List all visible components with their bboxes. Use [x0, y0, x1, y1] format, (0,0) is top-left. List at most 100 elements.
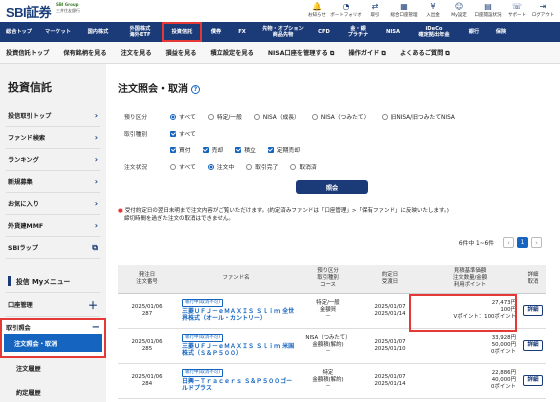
sidebar-item-order-inquiry[interactable]: 取引照会 − — [2, 320, 104, 334]
type-check-savings[interactable]: 積立 — [235, 145, 256, 154]
subnav-pnl[interactable]: 損益を見る — [166, 48, 197, 57]
chevron-right-icon: › — [94, 199, 98, 208]
order-date-cell: 2025/01/06 284 — [118, 363, 176, 399]
checkbox-label: 積立 — [244, 148, 256, 154]
sub-nav: 投資信託トップ 保有銘柄を見る 注文を見る 損益を見る 積立設定を見る NISA… — [0, 42, 560, 64]
sidebar-item-ranking[interactable]: ランキング › — [6, 149, 100, 171]
sidebar-item-execution-history[interactable]: 約定履歴 — [16, 388, 41, 397]
nav-bank[interactable]: 銀行 — [462, 22, 486, 42]
sidebar-item-new[interactable]: 新規募集 › — [6, 171, 100, 193]
account-mgmt-icon: ▤ — [484, 2, 492, 11]
sbi-logo[interactable]: SBI証券 — [6, 2, 52, 21]
type-check-all[interactable]: すべて — [170, 129, 196, 138]
table-header-row: 発注日 注文番号 ファンド名 預り区分 取引種別 コース 約定日 受渡日 見積基… — [118, 265, 546, 294]
subnav-fund-top[interactable]: 投資信託トップ — [6, 48, 49, 57]
status-radio-complete[interactable]: 取引完了 — [246, 162, 278, 171]
fund-name-link[interactable]: 三菱ＵＦＪ－ｅＭＡＸＩＳ Ｓｌｉｍ 米国株式（Ｓ＆Ｐ５００） — [182, 343, 296, 357]
account-type: 特定 — [322, 370, 334, 376]
sidebar-item-fund-top[interactable]: 投信取引トップ › — [6, 105, 100, 127]
notice-text: ● 受付約定日の翌日未明まで注文内容がご覧いただけます。(約定済みファンドは「口座… — [118, 207, 449, 223]
sidebar-item-label: 口座管理 — [8, 302, 33, 309]
account-button[interactable]: ▦ 総合口座管理 — [388, 1, 420, 18]
checkbox-label: すべて — [179, 132, 196, 138]
subnav-savings[interactable]: 積立設定を見る — [211, 48, 254, 57]
radio-label: 取引完了 — [255, 165, 279, 171]
account-type-cell: 特定/一般 金額買－ — [296, 293, 360, 329]
fund-name-link[interactable]: 三菱ＵＦＪ－ｅＭＡＸＩＳ Ｓｌｉｍ 全世界株式（オール・カントリー） — [182, 308, 296, 322]
checkbox-checked-icon — [170, 130, 176, 137]
detail-button[interactable]: 詳細 — [523, 375, 543, 386]
detail-cell: 詳細 — [520, 328, 546, 364]
status-radio-cancelled[interactable]: 取消済 — [290, 162, 317, 171]
mysettings-button[interactable]: ☺ My設定 — [446, 1, 472, 18]
acct-radio-all[interactable]: すべて — [170, 112, 196, 121]
logout-button[interactable]: ⇥ ログアウト — [530, 1, 556, 18]
deposit-icon: ¥ — [430, 2, 436, 11]
nav-fx[interactable]: FX — [230, 22, 254, 42]
nav-domestic-stocks[interactable]: 国内株式 — [78, 22, 118, 42]
page-title: 注文照会・取消 — [118, 84, 188, 95]
sidebar-item-account[interactable]: 口座管理 ＋ — [6, 293, 100, 317]
support-button[interactable]: ☏ サポート — [504, 1, 530, 18]
nav-nisa[interactable]: NISA — [380, 22, 406, 42]
nav-cfd[interactable]: CFD — [312, 22, 336, 42]
type-check-buy[interactable]: 買付 — [170, 145, 191, 154]
nav-market[interactable]: マーケット — [38, 22, 78, 42]
subnav-holdings[interactable]: 保有銘柄を見る — [63, 48, 106, 57]
nav-futures[interactable]: 先物・オプション 商品先物 — [254, 22, 312, 42]
detail-cell: 詳細 — [520, 363, 546, 399]
acct-radio-nisa-growth[interactable]: NISA（成長） — [253, 112, 300, 121]
subnav-nisa[interactable]: NISA口座を管理する ⧉ — [268, 48, 335, 58]
deposit-button[interactable]: ¥ 入出金 — [420, 1, 446, 18]
acct-radio-old-nisa[interactable]: 旧NISA/旧つみたてNISA — [381, 112, 455, 121]
sidebar-item-fund-search[interactable]: ファンド検索 › — [6, 127, 100, 149]
trade-type: 金額積(解約) — [312, 342, 344, 348]
minus-icon: − — [91, 321, 100, 333]
group-logo: SBI Group 三井住友銀行 — [56, 2, 88, 18]
sidebar-item-favorites[interactable]: お気に入り › — [6, 193, 100, 215]
trade-type: 金額積(解約) — [312, 377, 344, 383]
status-filter-row: 注文状況 すべて 注文中 取引完了 取消済 — [124, 162, 329, 171]
fund-name-link[interactable]: 日興－Ｔｒａｃｅｒｓ Ｓ＆Ｐ５００ゴールドプラス — [182, 378, 296, 392]
type-check-periodic[interactable]: 定期売却 — [267, 145, 300, 154]
status-radio-pending[interactable]: 注文中 — [207, 162, 234, 171]
sidebar-item-mmf[interactable]: 外貨建MMF › — [6, 215, 100, 237]
acct-radio-tokutei[interactable]: 特定/一般 — [207, 112, 242, 121]
logout-icon: ⇥ — [539, 2, 547, 11]
portfolio-button[interactable]: ◔ ポートフォリオ — [330, 1, 362, 18]
page-1-button[interactable]: 1 — [517, 237, 528, 248]
detail-button[interactable]: 詳細 — [523, 340, 543, 351]
prev-page-button[interactable]: ‹ — [503, 237, 514, 248]
account-status-button[interactable]: ▤ 口座開設状況 — [472, 1, 504, 18]
subnav-guide[interactable]: 操作ガイド ⧉ — [348, 48, 386, 58]
detail-button[interactable]: 詳細 — [523, 305, 543, 316]
nav-gold[interactable]: 金・銀 プラチナ — [336, 22, 380, 42]
search-button[interactable]: 照会 — [296, 180, 368, 194]
sidebar-item-order-cancel[interactable]: 注文照会・取消 — [4, 334, 102, 352]
status-radio-all[interactable]: すべて — [170, 162, 196, 171]
trade-button[interactable]: ⇄ 取引 — [362, 1, 388, 18]
subnav-faq[interactable]: よくあるご質問 ⧉ — [400, 48, 450, 58]
mypage-icon: ☺ — [454, 2, 464, 11]
nav-bonds[interactable]: 債券 — [202, 22, 230, 42]
points-used: 0ポイント — [491, 349, 516, 355]
sidebar-item-order-history[interactable]: 注文履歴 — [16, 364, 41, 373]
acct-radio-nisa-tsumitate[interactable]: NISA（つみたて） — [311, 112, 370, 121]
subnav-orders[interactable]: 注文を見る — [121, 48, 152, 57]
nav-top[interactable]: 総合トップ — [0, 22, 38, 42]
radio-label: NISA（成長） — [262, 115, 300, 121]
next-page-button[interactable]: › — [531, 237, 542, 248]
nav-ideco[interactable]: iDeCo 確定拠出年金 — [406, 22, 462, 42]
type-check-sell[interactable]: 売却 — [202, 145, 223, 154]
help-icon[interactable]: ? — [191, 85, 200, 94]
sidebar-item-wrap[interactable]: SBIラップ ⧉ — [6, 237, 100, 259]
sidebar-item-label: お気に入り — [8, 201, 39, 208]
checkbox-checked-icon — [235, 146, 242, 153]
nav-insurance[interactable]: 保険 — [486, 22, 516, 42]
chevron-right-icon: › — [94, 133, 98, 142]
radio-label: 特定/一般 — [216, 115, 242, 121]
notice-button[interactable]: 🔔 お知らせ — [304, 1, 330, 18]
nav-mutual-funds[interactable]: 投資信託 — [162, 22, 202, 42]
nav-foreign-stocks[interactable]: 外国株式 海外ETF — [118, 22, 162, 42]
support-icon: ☏ — [511, 2, 522, 11]
